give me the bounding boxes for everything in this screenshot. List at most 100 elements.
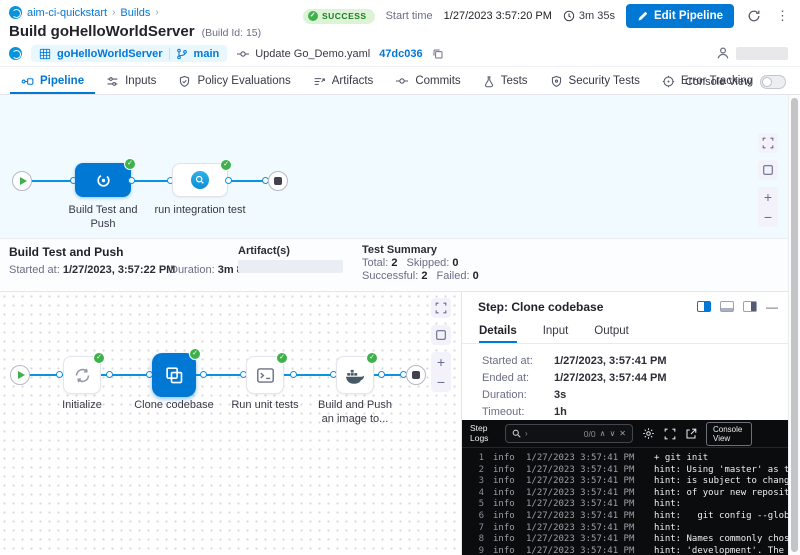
commit-icon <box>236 48 250 60</box>
user-group <box>716 46 788 60</box>
tab-policy-evaluations[interactable]: Policy Evaluations <box>167 68 301 94</box>
pipeline-start-node[interactable] <box>12 171 32 191</box>
log-search-input[interactable]: › 0/0 ∧ ∨ ✕ <box>505 424 633 443</box>
bottom-view-icon[interactable] <box>720 301 734 312</box>
log-msg: hint: 'development'. The just-created b <box>654 546 788 555</box>
breadcrumb-project[interactable]: aim-ci-quickstart <box>27 7 107 19</box>
page-header: aim-ci-quickstart › Builds › ✓ SUCCESS S… <box>0 0 800 67</box>
stage-node-build-test-and-push[interactable]: ✓ <box>75 163 131 197</box>
step-label[interactable]: Run unit tests <box>217 398 313 412</box>
tab-artifacts[interactable]: Artifacts <box>302 68 385 94</box>
stage-canvas-controls: + − <box>758 133 778 227</box>
connector-dot <box>106 371 113 378</box>
step-graph-canvas[interactable]: ✓ ✓ ✓ ✓ Initialize Clone codebase Run un… <box>0 292 462 555</box>
test-summary-label: Test Summary <box>362 244 437 256</box>
commits-icon <box>395 75 409 87</box>
stage-info-bar: Build Test and Push Started at: 1/27/202… <box>0 238 800 292</box>
commit-hash-link[interactable]: 47dc036 <box>379 48 422 60</box>
console-view-toggle[interactable] <box>760 75 786 89</box>
tab-inputs[interactable]: Inputs <box>95 68 167 94</box>
zoom-in-button[interactable]: + <box>431 352 451 372</box>
stage-label[interactable]: Build Test and Push <box>55 203 151 231</box>
log-level: info <box>493 534 517 546</box>
log-level: info <box>493 546 517 555</box>
log-line: 5info1/27/2023 3:57:41 PMhint: <box>470 499 788 511</box>
minimize-icon[interactable]: — <box>766 302 778 312</box>
step-node-build-and-push[interactable]: ✓ <box>336 356 374 394</box>
tab-details[interactable]: Details <box>479 325 517 343</box>
edit-pipeline-button[interactable]: Edit Pipeline <box>626 4 734 28</box>
stage-end-node[interactable] <box>406 365 426 385</box>
sync-icon <box>73 366 92 385</box>
log-line: 3info1/27/2023 3:57:41 PMhint: is subjec… <box>470 476 788 488</box>
stage-edge-line <box>22 180 276 182</box>
split-view-icon[interactable] <box>697 301 711 312</box>
success-check-badge: ✓ <box>366 352 378 364</box>
git-branch-icon <box>176 48 188 60</box>
breadcrumb-builds[interactable]: Builds <box>120 7 150 19</box>
expand-canvas-button[interactable] <box>758 133 778 153</box>
search-prev-icon[interactable]: ∧ <box>600 429 606 438</box>
log-msg: + git init <box>654 453 708 465</box>
step-panel-tabs: Details Input Output <box>462 319 788 344</box>
ci-stage-icon <box>95 172 112 189</box>
zoom-out-button[interactable]: − <box>431 372 451 392</box>
connector-dot <box>200 371 207 378</box>
tab-input[interactable]: Input <box>543 325 569 343</box>
step-label[interactable]: Build and Push an image to... <box>307 398 403 426</box>
right-view-icon[interactable] <box>743 301 757 312</box>
refresh-button[interactable] <box>745 7 763 25</box>
log-time: 1/27/2023 3:57:41 PM <box>526 488 642 500</box>
step-node-run-unit-tests[interactable]: ✓ <box>246 356 284 394</box>
step-node-initialize[interactable]: ✓ <box>63 356 101 394</box>
log-level: info <box>493 499 517 511</box>
log-level: info <box>493 523 517 535</box>
tab-output[interactable]: Output <box>594 325 629 343</box>
expand-canvas-button[interactable] <box>431 298 451 318</box>
zoom-out-button[interactable]: − <box>758 207 778 227</box>
copy-icon[interactable] <box>432 48 444 60</box>
stage-graph-canvas[interactable]: ✓ ✓ Build Test and Push run integration … <box>0 95 800 238</box>
log-num: 5 <box>470 499 484 511</box>
console-view-button[interactable]: Console View <box>706 422 752 446</box>
log-fullscreen-button[interactable] <box>664 428 676 440</box>
branch-name: main <box>194 48 220 60</box>
policy-shield-icon <box>178 75 191 88</box>
log-time: 1/27/2023 3:57:41 PM <box>526 546 642 555</box>
tab-tests[interactable]: Tests <box>472 68 539 94</box>
tab-commits[interactable]: Commits <box>384 68 471 94</box>
console-view-label: Console View <box>685 76 752 88</box>
fit-to-view-button[interactable] <box>431 325 451 345</box>
success-check-badge: ✓ <box>220 159 232 171</box>
repo-branch-pill[interactable]: goHelloWorldServer main <box>31 45 227 62</box>
step-node-clone-codebase[interactable]: ✓ <box>152 353 196 397</box>
log-settings-button[interactable] <box>642 427 655 440</box>
console-header: Step Logs › 0/0 ∧ ∨ ✕ Cons <box>462 420 788 448</box>
test-summary-line1: Total: 2 Skipped: 0 <box>362 257 459 269</box>
stage-label[interactable]: run integration test <box>152 203 248 217</box>
zoom-in-button[interactable]: + <box>758 187 778 207</box>
connector-dot <box>128 177 135 184</box>
log-msg: hint: <box>654 523 681 535</box>
stage-started-at: Started at: 1/27/2023, 3:57:22 PM <box>9 264 175 276</box>
user-icon[interactable] <box>716 46 730 60</box>
play-icon <box>20 177 27 185</box>
tab-security-tests[interactable]: Security Tests <box>539 68 651 94</box>
pipeline-end-node[interactable] <box>268 171 288 191</box>
security-shield-icon <box>550 75 563 88</box>
tab-pipeline[interactable]: Pipeline <box>10 68 95 94</box>
open-external-button[interactable] <box>685 428 697 440</box>
scrollbar-thumb[interactable] <box>791 98 798 552</box>
toggle-knob <box>762 77 772 87</box>
step-label[interactable]: Clone codebase <box>126 398 222 412</box>
more-options-button[interactable]: ⋮ <box>774 6 791 26</box>
search-next-icon[interactable]: ∨ <box>609 429 615 438</box>
divider <box>169 48 170 60</box>
fullscreen-icon <box>664 428 676 440</box>
search-close-icon[interactable]: ✕ <box>619 429 626 438</box>
commit-group: Update Go_Demo.yaml <box>236 48 370 60</box>
step-label[interactable]: Initialize <box>34 398 130 412</box>
stage-node-run-integration-test[interactable]: ✓ <box>172 163 228 197</box>
fit-to-view-button[interactable] <box>758 160 778 180</box>
stage-start-node[interactable] <box>10 365 30 385</box>
